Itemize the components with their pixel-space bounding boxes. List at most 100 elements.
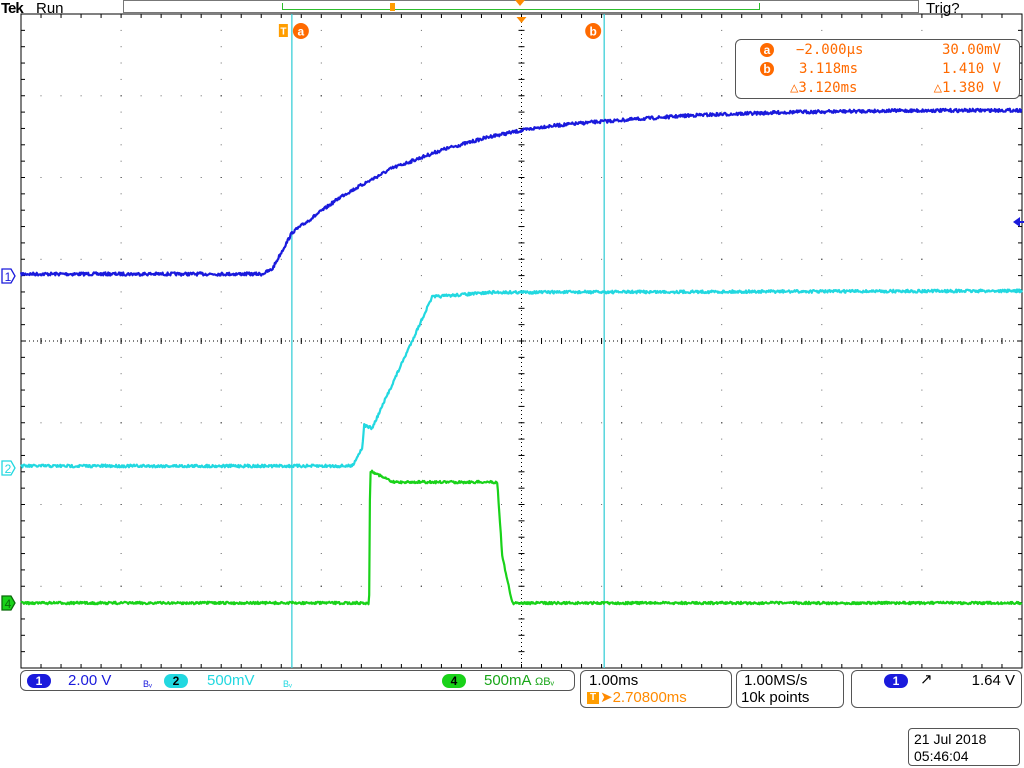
grid-dot [320, 78, 322, 80]
grid-dot [120, 29, 122, 31]
grid-dot [661, 258, 663, 260]
grid-dot [460, 95, 462, 97]
cursor-a-time: −2.000µs [796, 42, 864, 58]
grid-dot [681, 504, 683, 505]
grid-dot [921, 307, 923, 309]
grid-dot [581, 585, 583, 587]
channel-2-ground-marker: 2 [1, 460, 16, 476]
grid-dot [821, 144, 823, 146]
grid-dot [320, 422, 322, 424]
grid-dot [180, 504, 182, 505]
grid-dot [420, 373, 422, 375]
grid-dot [420, 258, 422, 260]
grid-dot [601, 258, 603, 260]
channel-4-badge[interactable]: 4 [442, 674, 466, 688]
grid-dot [821, 193, 823, 195]
channel-1-scale[interactable]: 2.00 V [68, 673, 111, 689]
grid-dot [220, 569, 222, 571]
grid-dot [841, 177, 843, 178]
grid-dot [821, 536, 823, 538]
grid-dot [741, 422, 743, 424]
grid-dot [721, 504, 723, 505]
grid-dot [320, 536, 322, 538]
grid-dot [460, 585, 462, 587]
grid-dot [220, 454, 222, 456]
grid-dot [380, 177, 382, 178]
cursor-a-top-badge: a [292, 23, 309, 39]
grid-dot [220, 553, 222, 554]
grid-dot [220, 520, 222, 522]
grid-dot [120, 438, 122, 440]
grid-dot [921, 177, 923, 178]
grid-dot [721, 209, 723, 211]
grid-dot [581, 95, 583, 97]
grid-dot [621, 242, 623, 244]
grid-dot [821, 160, 823, 162]
grid-dot [821, 438, 823, 440]
grid-dot [220, 62, 222, 64]
grid-dot [280, 585, 282, 587]
channel-1-badge[interactable]: 1 [27, 674, 51, 688]
grid-dot [581, 422, 583, 424]
grid-dot [741, 177, 743, 178]
grid-dot [120, 226, 122, 228]
grid-dot [621, 438, 623, 440]
grid-dot [921, 553, 923, 554]
trigger-readout[interactable]: 1 ↗ 1.64 V [851, 670, 1022, 708]
grid-dot [481, 95, 482, 97]
grid-dot [120, 585, 122, 587]
grid-dot [821, 177, 823, 178]
grid-dot [641, 95, 643, 97]
channel-2-scale[interactable]: 500mV [207, 673, 255, 689]
grid-dot [260, 504, 262, 505]
grid-dot [120, 46, 122, 48]
grid-dot [320, 46, 322, 48]
grid-dot [420, 422, 422, 424]
grid-dot [160, 585, 162, 587]
grid-dot [160, 422, 162, 424]
acquisition-readout[interactable]: 1.00MS/s 10k points [736, 670, 844, 708]
grid-dot [821, 569, 823, 571]
grid-dot [120, 471, 122, 473]
grid-dot [621, 405, 623, 407]
grid-dot [901, 585, 903, 587]
grid-dot [60, 95, 62, 97]
grid-dot [661, 95, 663, 97]
grid-dot [561, 177, 562, 178]
grid-dot [320, 454, 322, 456]
grid-dot [460, 504, 462, 505]
cursor-b-badge: b [760, 62, 774, 76]
grid-dot [60, 504, 62, 505]
grid-dot [561, 258, 562, 260]
time-label: 05:46:04 [914, 748, 969, 764]
grid-dot [721, 471, 723, 473]
channel-2-badge[interactable]: 2 [164, 674, 188, 688]
channel-4-scale[interactable]: 500mA [484, 673, 532, 689]
grid-dot [921, 324, 923, 326]
grid-dot [420, 356, 422, 358]
grid-dot [721, 127, 723, 129]
grid-dot [420, 209, 422, 211]
cursor-b-top-badge: b [585, 23, 602, 39]
channel-readout-bar: 1 2.00 V Bᵥ 2 500mV Bᵥ 4 500mA ΩBᵥ [20, 670, 575, 691]
grid-dot [561, 422, 562, 424]
grid-dot [601, 504, 603, 505]
grid-dot [641, 177, 643, 178]
grid-dot [420, 177, 422, 178]
grid-dot [300, 422, 302, 424]
grid-dot [380, 422, 382, 424]
grid-dot [120, 209, 122, 211]
grid-dot [200, 422, 202, 424]
grid-dot [661, 422, 663, 424]
grid-dot [501, 504, 502, 505]
grid-dot [320, 405, 322, 407]
grid-dot [420, 127, 422, 129]
grid-dot [120, 62, 122, 64]
grid-dot [721, 29, 723, 31]
grid-dot [901, 258, 903, 260]
grid-dot [781, 504, 783, 505]
grid-dot [120, 95, 122, 97]
grid-dot [721, 46, 723, 48]
timebase-readout[interactable]: 1.00ms T ➤2.70800ms [580, 670, 732, 708]
grid-dot [60, 177, 62, 178]
